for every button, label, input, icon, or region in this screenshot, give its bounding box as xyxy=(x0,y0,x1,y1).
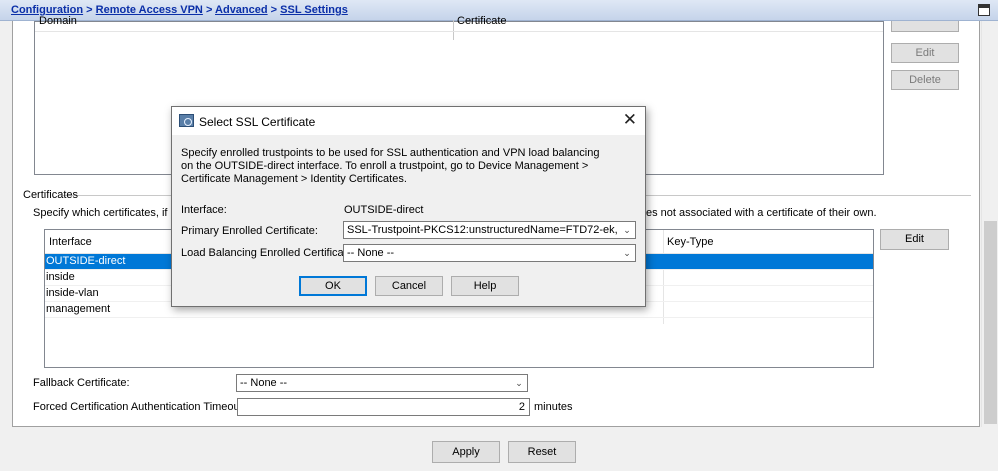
certificates-description-left: Specify which certificates, if an xyxy=(33,207,183,219)
interface-label: Interface: xyxy=(181,204,227,216)
column-divider xyxy=(453,20,454,40)
vertical-scrollbar[interactable] xyxy=(981,21,998,427)
key-type-column-header[interactable]: Key-Type xyxy=(667,236,713,248)
header-divider xyxy=(35,31,883,32)
certificate-column-header[interactable]: Certificate xyxy=(457,15,507,27)
reset-button[interactable]: Reset xyxy=(508,441,576,463)
dialog-title: Select SSL Certificate xyxy=(199,115,316,129)
breadcrumb-separator: > xyxy=(270,4,278,16)
breadcrumb-advanced-link[interactable]: Advanced xyxy=(215,4,268,16)
timeout-input[interactable]: 2 xyxy=(237,398,530,416)
primary-certificate-select[interactable]: SSL-Trustpoint-PKCS12:unstructuredName=F… xyxy=(343,221,636,239)
domain-column-header[interactable]: Domain xyxy=(39,15,77,27)
fallback-certificate-value: -- None -- xyxy=(240,377,288,389)
scrollbar-thumb[interactable] xyxy=(984,221,997,424)
interface-name: OUTSIDE-direct xyxy=(46,255,126,267)
interface-name: management xyxy=(46,303,111,315)
fallback-certificate-select[interactable]: -- None -- ⌄ xyxy=(236,374,528,392)
dialog-description: Specify enrolled trustpoints to be used … xyxy=(181,147,600,185)
load-balancing-certificate-label: Load Balancing Enrolled Certificate: xyxy=(181,247,356,259)
chevron-down-icon: ⌄ xyxy=(515,377,523,388)
timeout-unit: minutes xyxy=(534,401,573,413)
apply-button[interactable]: Apply xyxy=(432,441,500,463)
breadcrumb-separator: > xyxy=(86,4,93,16)
timeout-label: Forced Certification Authentication Time… xyxy=(33,401,246,413)
edit-certificate-button[interactable]: Edit xyxy=(880,229,949,250)
primary-certificate-label: Primary Enrolled Certificate: xyxy=(181,225,318,237)
interface-name: inside xyxy=(46,271,75,283)
cancel-button[interactable]: Cancel xyxy=(375,276,443,296)
ok-button[interactable]: OK xyxy=(299,276,367,296)
interface-value: OUTSIDE-direct xyxy=(344,204,424,216)
chevron-down-icon: ⌄ xyxy=(623,247,631,258)
primary-certificate-value: SSL-Trustpoint-PKCS12:unstructuredName=F… xyxy=(347,224,617,236)
breadcrumb-current-page: SSL Settings xyxy=(280,4,348,16)
breadcrumb-remote-access-vpn-link[interactable]: Remote Access VPN xyxy=(96,4,203,16)
restore-window-icon[interactable] xyxy=(978,4,990,16)
timeout-value: 2 xyxy=(518,401,525,413)
close-icon[interactable]: ✕ xyxy=(623,111,637,129)
dialog-title-bar: Select SSL Certificate ✕ xyxy=(172,107,645,135)
help-button[interactable]: Help xyxy=(451,276,519,296)
certificates-group-label: Certificates xyxy=(23,189,79,201)
fallback-certificate-label: Fallback Certificate: xyxy=(33,377,130,389)
breadcrumb-separator: > xyxy=(205,4,213,16)
load-balancing-certificate-select[interactable]: -- None -- ⌄ xyxy=(343,244,636,262)
certificate-icon xyxy=(179,114,194,127)
select-ssl-certificate-dialog: Select SSL Certificate ✕ Specify enrolle… xyxy=(171,106,646,307)
interface-name: inside-vlan xyxy=(46,287,99,299)
interface-column-header[interactable]: Interface xyxy=(49,236,92,248)
certificates-description-right: es not associated with a certificate of … xyxy=(646,207,877,219)
edit-domain-button[interactable]: Edit xyxy=(891,43,959,63)
delete-domain-button[interactable]: Delete xyxy=(891,70,959,90)
add-domain-button[interactable] xyxy=(891,21,959,32)
chevron-down-icon: ⌄ xyxy=(623,224,631,235)
load-balancing-certificate-value: -- None -- xyxy=(347,247,395,259)
